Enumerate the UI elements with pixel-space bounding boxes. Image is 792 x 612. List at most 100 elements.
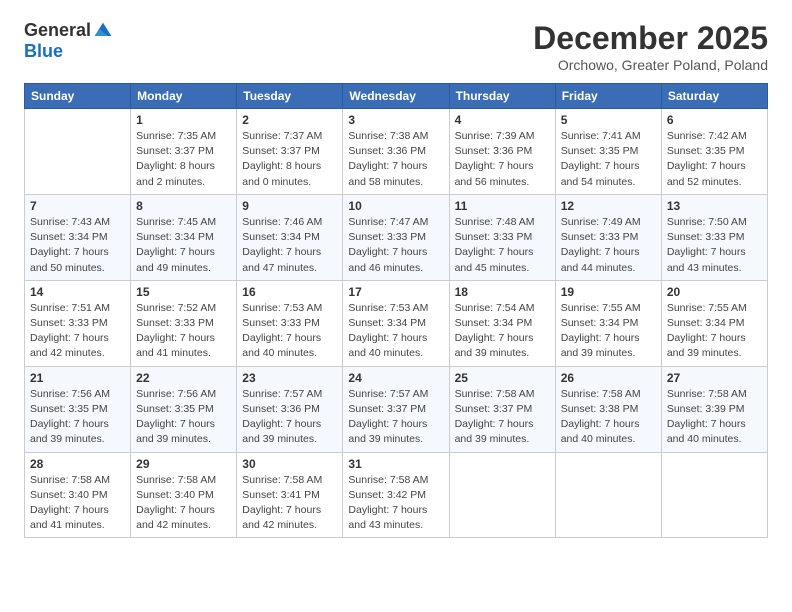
day-info: Sunrise: 7:55 AMSunset: 3:34 PMDaylight:… bbox=[561, 301, 656, 362]
location-title: Orchowo, Greater Poland, Poland bbox=[533, 57, 768, 73]
calendar-cell: 30 Sunrise: 7:58 AMSunset: 3:41 PMDayligh… bbox=[237, 452, 343, 538]
calendar-week-1: 1 Sunrise: 7:35 AMSunset: 3:37 PMDaylight… bbox=[25, 109, 768, 195]
calendar-cell: 16 Sunrise: 7:53 AMSunset: 3:33 PMDayligh… bbox=[237, 280, 343, 366]
day-number: 14 bbox=[30, 285, 125, 299]
day-number: 8 bbox=[136, 199, 231, 213]
day-number: 25 bbox=[455, 371, 550, 385]
calendar-cell: 26 Sunrise: 7:58 AMSunset: 3:38 PMDayligh… bbox=[555, 366, 661, 452]
day-number: 3 bbox=[348, 113, 443, 127]
calendar-cell: 11 Sunrise: 7:48 AMSunset: 3:33 PMDayligh… bbox=[449, 194, 555, 280]
day-info: Sunrise: 7:58 AMSunset: 3:39 PMDaylight:… bbox=[667, 387, 762, 448]
calendar-cell: 4 Sunrise: 7:39 AMSunset: 3:36 PMDaylight… bbox=[449, 109, 555, 195]
day-number: 22 bbox=[136, 371, 231, 385]
month-title: December 2025 bbox=[533, 20, 768, 57]
day-number: 31 bbox=[348, 457, 443, 471]
calendar-cell: 22 Sunrise: 7:56 AMSunset: 3:35 PMDayligh… bbox=[131, 366, 237, 452]
day-number: 12 bbox=[561, 199, 656, 213]
day-info: Sunrise: 7:47 AMSunset: 3:33 PMDaylight:… bbox=[348, 215, 443, 276]
day-info: Sunrise: 7:43 AMSunset: 3:34 PMDaylight:… bbox=[30, 215, 125, 276]
day-number: 6 bbox=[667, 113, 762, 127]
day-number: 5 bbox=[561, 113, 656, 127]
day-info: Sunrise: 7:53 AMSunset: 3:34 PMDaylight:… bbox=[348, 301, 443, 362]
day-number: 24 bbox=[348, 371, 443, 385]
day-info: Sunrise: 7:45 AMSunset: 3:34 PMDaylight:… bbox=[136, 215, 231, 276]
day-info: Sunrise: 7:39 AMSunset: 3:36 PMDaylight:… bbox=[455, 129, 550, 190]
day-info: Sunrise: 7:58 AMSunset: 3:42 PMDaylight:… bbox=[348, 473, 443, 534]
col-friday: Friday bbox=[555, 84, 661, 109]
calendar-cell: 3Sunrise: 7:38 AMSunset: 3:36 PMDaylight… bbox=[343, 109, 449, 195]
calendar-cell: 21Sunrise: 7:56 AMSunset: 3:35 PMDayligh… bbox=[25, 366, 131, 452]
day-info: Sunrise: 7:51 AMSunset: 3:33 PMDaylight:… bbox=[30, 301, 125, 362]
day-number: 19 bbox=[561, 285, 656, 299]
day-info: Sunrise: 7:56 AMSunset: 3:35 PMDaylight:… bbox=[136, 387, 231, 448]
calendar-cell: 29 Sunrise: 7:58 AMSunset: 3:40 PMDayligh… bbox=[131, 452, 237, 538]
calendar-cell: 6Sunrise: 7:42 AMSunset: 3:35 PMDaylight… bbox=[661, 109, 767, 195]
day-number: 18 bbox=[455, 285, 550, 299]
calendar-cell: 20 Sunrise: 7:55 AMSunset: 3:34 PMDayligh… bbox=[661, 280, 767, 366]
day-number: 13 bbox=[667, 199, 762, 213]
day-number: 10 bbox=[348, 199, 443, 213]
day-info: Sunrise: 7:58 AMSunset: 3:41 PMDaylight:… bbox=[242, 473, 337, 534]
calendar-cell bbox=[661, 452, 767, 538]
day-number: 29 bbox=[136, 457, 231, 471]
calendar-week-2: 7 Sunrise: 7:43 AMSunset: 3:34 PMDaylight… bbox=[25, 194, 768, 280]
calendar-header-row: Sunday Monday Tuesday Wednesday Thursday… bbox=[25, 84, 768, 109]
calendar-week-5: 28 Sunrise: 7:58 AMSunset: 3:40 PMDayligh… bbox=[25, 452, 768, 538]
calendar-cell: 1 Sunrise: 7:35 AMSunset: 3:37 PMDaylight… bbox=[131, 109, 237, 195]
calendar-week-4: 21 Sunrise: 7:56 AMSunset: 3:35 PMDayligh… bbox=[25, 366, 768, 452]
day-info: Sunrise: 7:54 AMSunset: 3:34 PMDaylight:… bbox=[455, 301, 550, 362]
day-number: 2 bbox=[242, 113, 337, 127]
day-info: Sunrise: 7:55 AMSunset: 3:34 PMDaylight:… bbox=[667, 301, 762, 362]
day-info: Sunrise: 7:35 AMSunset: 3:37 PMDaylight:… bbox=[136, 129, 231, 190]
day-number: 15 bbox=[136, 285, 231, 299]
day-info: Sunrise: 7:49 AMSunset: 3:33 PMDaylight:… bbox=[561, 215, 656, 276]
day-number: 7 bbox=[30, 199, 125, 213]
col-thursday: Thursday bbox=[449, 84, 555, 109]
calendar-cell: 10 Sunrise: 7:47 AMSunset: 3:33 PMDayligh… bbox=[343, 194, 449, 280]
day-info: Sunrise: 7:53 AMSunset: 3:33 PMDaylight:… bbox=[242, 301, 337, 362]
day-number: 17 bbox=[348, 285, 443, 299]
calendar-table: Sunday Monday Tuesday Wednesday Thursday… bbox=[24, 83, 768, 538]
day-info: Sunrise: 7:41 AMSunset: 3:35 PMDaylight:… bbox=[561, 129, 656, 190]
calendar-cell: 14 Sunrise: 7:51 AMSunset: 3:33 PMDayligh… bbox=[25, 280, 131, 366]
calendar-cell: 2Sunrise: 7:37 AMSunset: 3:37 PMDaylight… bbox=[237, 109, 343, 195]
title-area: December 2025 Orchowo, Greater Poland, P… bbox=[533, 20, 768, 73]
day-number: 16 bbox=[242, 285, 337, 299]
calendar-cell: 17 Sunrise: 7:53 AMSunset: 3:34 PMDayligh… bbox=[343, 280, 449, 366]
logo-icon bbox=[93, 21, 113, 41]
day-info: Sunrise: 7:58 AMSunset: 3:40 PMDaylight:… bbox=[136, 473, 231, 534]
day-info: Sunrise: 7:58 AMSunset: 3:40 PMDaylight:… bbox=[30, 473, 125, 534]
day-number: 23 bbox=[242, 371, 337, 385]
calendar-cell bbox=[555, 452, 661, 538]
col-saturday: Saturday bbox=[661, 84, 767, 109]
col-monday: Monday bbox=[131, 84, 237, 109]
calendar-cell: 25Sunrise: 7:58 AMSunset: 3:37 PMDayligh… bbox=[449, 366, 555, 452]
calendar-cell bbox=[449, 452, 555, 538]
day-info: Sunrise: 7:48 AMSunset: 3:33 PMDaylight:… bbox=[455, 215, 550, 276]
day-number: 4 bbox=[455, 113, 550, 127]
day-number: 30 bbox=[242, 457, 337, 471]
calendar-cell: 13 Sunrise: 7:50 AMSunset: 3:33 PMDayligh… bbox=[661, 194, 767, 280]
day-number: 20 bbox=[667, 285, 762, 299]
day-info: Sunrise: 7:57 AMSunset: 3:37 PMDaylight:… bbox=[348, 387, 443, 448]
day-info: Sunrise: 7:58 AMSunset: 3:38 PMDaylight:… bbox=[561, 387, 656, 448]
col-sunday: Sunday bbox=[25, 84, 131, 109]
day-number: 28 bbox=[30, 457, 125, 471]
day-number: 21 bbox=[30, 371, 125, 385]
calendar-cell: 19 Sunrise: 7:55 AMSunset: 3:34 PMDayligh… bbox=[555, 280, 661, 366]
day-number: 26 bbox=[561, 371, 656, 385]
day-number: 11 bbox=[455, 199, 550, 213]
calendar-cell: 23 Sunrise: 7:57 AMSunset: 3:36 PMDayligh… bbox=[237, 366, 343, 452]
calendar-cell: 24 Sunrise: 7:57 AMSunset: 3:37 PMDayligh… bbox=[343, 366, 449, 452]
logo-general: General bbox=[24, 20, 91, 41]
day-number: 1 bbox=[136, 113, 231, 127]
calendar-cell: 7 Sunrise: 7:43 AMSunset: 3:34 PMDaylight… bbox=[25, 194, 131, 280]
col-tuesday: Tuesday bbox=[237, 84, 343, 109]
page-header: General Blue December 2025 Orchowo, Grea… bbox=[24, 20, 768, 73]
calendar-cell bbox=[25, 109, 131, 195]
day-info: Sunrise: 7:50 AMSunset: 3:33 PMDaylight:… bbox=[667, 215, 762, 276]
calendar-cell: 27Sunrise: 7:58 AMSunset: 3:39 PMDayligh… bbox=[661, 366, 767, 452]
calendar-cell: 28 Sunrise: 7:58 AMSunset: 3:40 PMDayligh… bbox=[25, 452, 131, 538]
day-info: Sunrise: 7:57 AMSunset: 3:36 PMDaylight:… bbox=[242, 387, 337, 448]
logo: General Blue bbox=[24, 20, 113, 62]
